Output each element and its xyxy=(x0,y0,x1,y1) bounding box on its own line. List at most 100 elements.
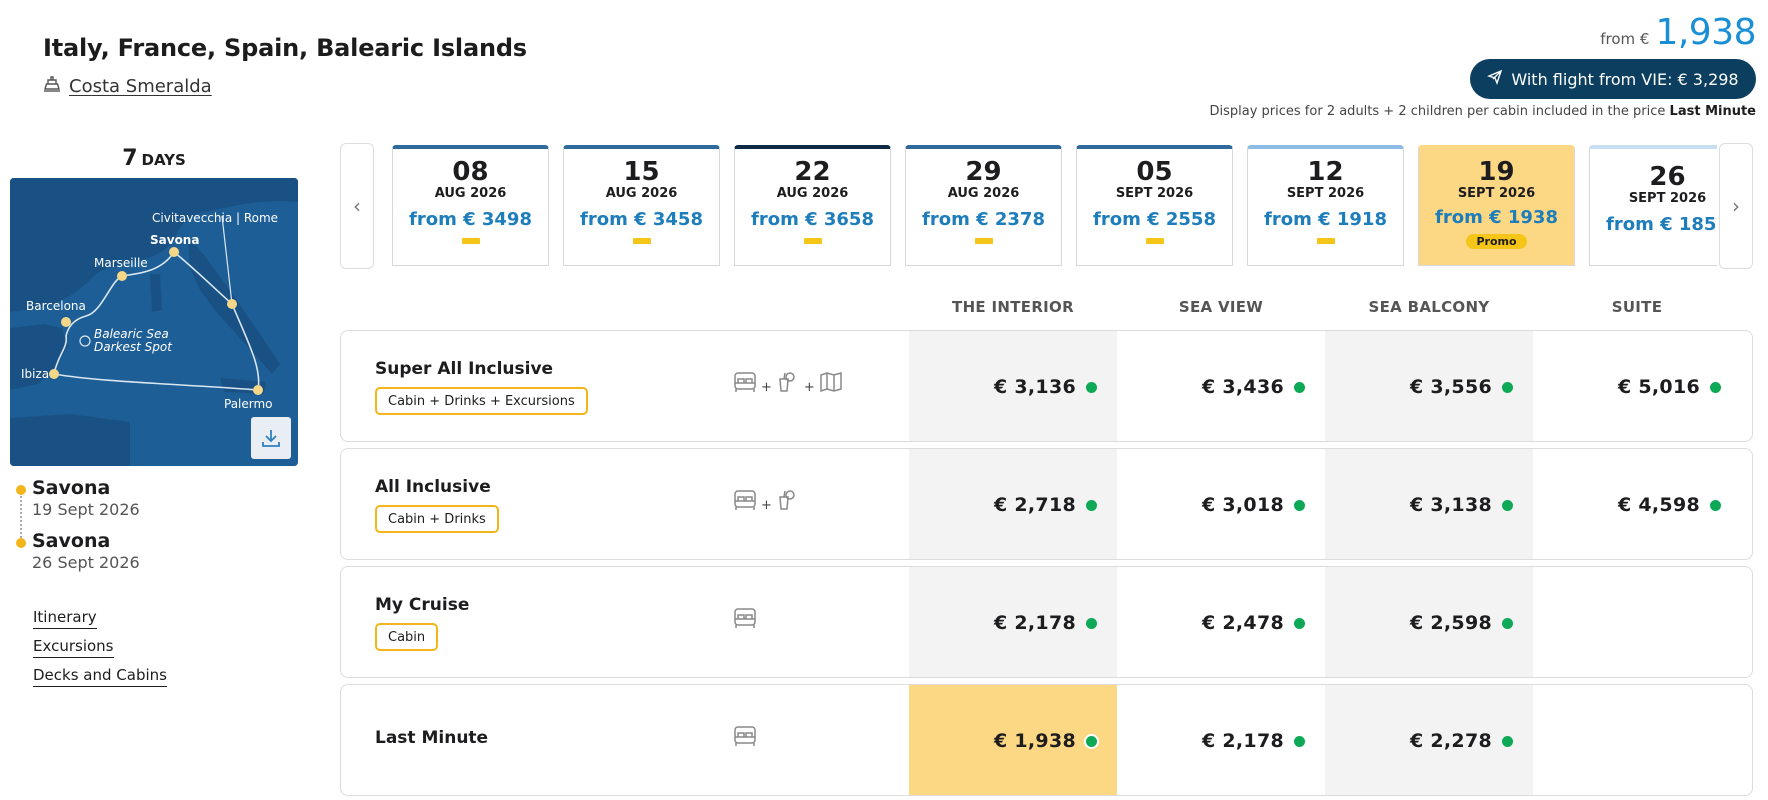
chevron-left-icon: ‹ xyxy=(353,194,361,218)
map-label-savona: Savona xyxy=(150,233,199,247)
price-cell-suite-empty xyxy=(1533,567,1741,677)
date-day: 05 xyxy=(1136,157,1173,187)
date-month: AUG 2026 xyxy=(947,186,1020,201)
date-price: from € 3498 xyxy=(409,209,532,230)
date-price: from € 3658 xyxy=(751,209,874,230)
price: € 1,938 xyxy=(993,730,1076,752)
price-prefix: from € xyxy=(1600,30,1650,48)
ship-link[interactable]: Costa Smeralda xyxy=(43,75,212,98)
available-dot xyxy=(1294,617,1305,629)
prev-dates-button[interactable]: ‹ xyxy=(340,143,374,269)
fare-includes-icons xyxy=(733,725,757,751)
availability-bar xyxy=(461,238,480,244)
date-card-selected[interactable]: 19 SEPT 2026 from € 1938 Promo xyxy=(1418,145,1575,266)
decks-and-cabins-link[interactable]: Decks and Cabins xyxy=(33,666,167,687)
fare-name: All Inclusive xyxy=(375,477,491,497)
price-cell-sea-view[interactable]: € 2,178 xyxy=(1117,685,1325,795)
price-cell-suite[interactable]: € 4,598 xyxy=(1533,449,1741,559)
fare-row-super-all-inclusive: Super All Inclusive Cabin + Drinks + Exc… xyxy=(340,330,1753,442)
availability-bar xyxy=(1316,238,1335,244)
date-day: 22 xyxy=(794,157,831,187)
date-card[interactable]: 08 AUG 2026 from € 3498 xyxy=(392,145,549,266)
availability-bar xyxy=(974,238,993,244)
date-month: AUG 2026 xyxy=(434,186,507,201)
date-price: from € 1938 xyxy=(1435,207,1558,228)
drinks-icon xyxy=(776,371,800,397)
date-month: SEPT 2026 xyxy=(1457,186,1536,201)
itinerary-link[interactable]: Itinerary xyxy=(33,608,97,629)
next-dates-button[interactable]: › xyxy=(1719,143,1753,269)
date-card[interactable]: 12 SEPT 2026 from € 1918 xyxy=(1247,145,1404,266)
price-cell-sea-balcony[interactable]: € 3,556 xyxy=(1325,331,1533,441)
price-cell-sea-view[interactable]: € 2,478 xyxy=(1117,567,1325,677)
price-value: 1,938 xyxy=(1655,12,1756,53)
map-label-palermo: Palermo xyxy=(224,397,273,411)
price: € 4,598 xyxy=(1617,494,1700,516)
cabin-icon xyxy=(733,489,757,515)
map-label-marseille: Marseille xyxy=(94,256,148,270)
price-cell-interior[interactable]: € 2,178 xyxy=(909,567,1117,677)
map-label-civitavecchia: Civitavecchia | Rome xyxy=(152,211,278,225)
download-icon xyxy=(260,427,282,449)
excursions-link[interactable]: Excursions xyxy=(33,637,114,658)
duration-number: 7 xyxy=(122,146,138,171)
price: € 2,278 xyxy=(1409,730,1492,752)
price-cell-sea-balcony[interactable]: € 3,138 xyxy=(1325,449,1533,559)
col-head-suite: SUITE xyxy=(1611,298,1663,316)
date-card[interactable]: 22 AUG 2026 from € 3658 xyxy=(734,145,891,266)
arrival-date: 26 Sept 2026 xyxy=(32,553,140,572)
date-price: from € 1858 xyxy=(1606,214,1717,235)
availability-bar xyxy=(632,238,651,244)
available-dot xyxy=(1294,735,1305,747)
fare-includes-tag: Cabin + Drinks + Excursions xyxy=(375,387,588,415)
departure-date-selector: ‹ 08 AUG 2026 from € 3498 15 AUG 2026 fr… xyxy=(340,143,1753,269)
starting-price: from € 1,938 xyxy=(1600,12,1756,53)
fare-row-last-minute: Last Minute € 1,938 € 2,178 € 2,278 xyxy=(340,684,1753,796)
itinerary-map[interactable]: Civitavecchia | Rome Savona Marseille Ba… xyxy=(10,178,298,466)
price-cell-sea-balcony[interactable]: € 2,598 xyxy=(1325,567,1533,677)
download-map-button[interactable] xyxy=(251,417,291,459)
arrival-port: Savona xyxy=(32,530,111,552)
availability-bar xyxy=(1145,238,1164,244)
fare-includes-tag: Cabin xyxy=(375,623,439,651)
promo-badge: Promo xyxy=(1466,234,1527,249)
col-head-sea-view: SEA VIEW xyxy=(1178,298,1264,316)
departure-dot xyxy=(16,485,26,495)
available-dot xyxy=(1086,735,1097,747)
date-month: AUG 2026 xyxy=(776,186,849,201)
price-cell-suite[interactable]: € 5,016 xyxy=(1533,331,1741,441)
price: € 3,138 xyxy=(1409,494,1492,516)
with-flight-label: With flight from VIE: € 3,298 xyxy=(1511,69,1739,89)
price: € 2,718 xyxy=(993,494,1076,516)
date-card[interactable]: 05 SEPT 2026 from € 2558 xyxy=(1076,145,1233,266)
date-day: 26 xyxy=(1649,162,1686,192)
price-cell-sea-view[interactable]: € 3,436 xyxy=(1117,331,1325,441)
date-day: 08 xyxy=(452,157,489,187)
available-dot xyxy=(1502,617,1513,629)
date-card[interactable]: 15 AUG 2026 from € 3458 xyxy=(563,145,720,266)
date-price: from € 3458 xyxy=(580,209,703,230)
date-card[interactable]: 29 AUG 2026 from € 2378 xyxy=(905,145,1062,266)
with-flight-button[interactable]: With flight from VIE: € 3,298 xyxy=(1470,59,1756,99)
price-cell-interior[interactable]: € 3,136 xyxy=(909,331,1117,441)
price-cell-interior-selected[interactable]: € 1,938 xyxy=(909,685,1117,795)
ship-name: Costa Smeralda xyxy=(69,76,212,97)
fare-includes-icons xyxy=(733,607,757,633)
duration-unit: DAYS xyxy=(141,151,186,169)
available-dot xyxy=(1086,617,1097,629)
drinks-icon xyxy=(776,489,800,515)
fare-includes-icons: + + xyxy=(733,371,843,397)
date-card[interactable]: 26 SEPT 2026 from € 1858 xyxy=(1589,145,1717,266)
price-cell-interior[interactable]: € 2,718 xyxy=(909,449,1117,559)
fare-name: Last Minute xyxy=(375,728,489,748)
ship-icon xyxy=(43,75,61,98)
price: € 2,178 xyxy=(993,612,1076,634)
available-dot xyxy=(1502,499,1513,511)
fare-row-all-inclusive: All Inclusive Cabin + Drinks + € 2,718 €… xyxy=(340,448,1753,560)
price-cell-sea-view[interactable]: € 3,018 xyxy=(1117,449,1325,559)
fare-includes-icons: + xyxy=(733,489,800,515)
available-dot xyxy=(1710,381,1721,393)
available-dot xyxy=(1086,381,1097,393)
price-cell-sea-balcony[interactable]: € 2,278 xyxy=(1325,685,1533,795)
arrival-dot xyxy=(16,538,26,548)
